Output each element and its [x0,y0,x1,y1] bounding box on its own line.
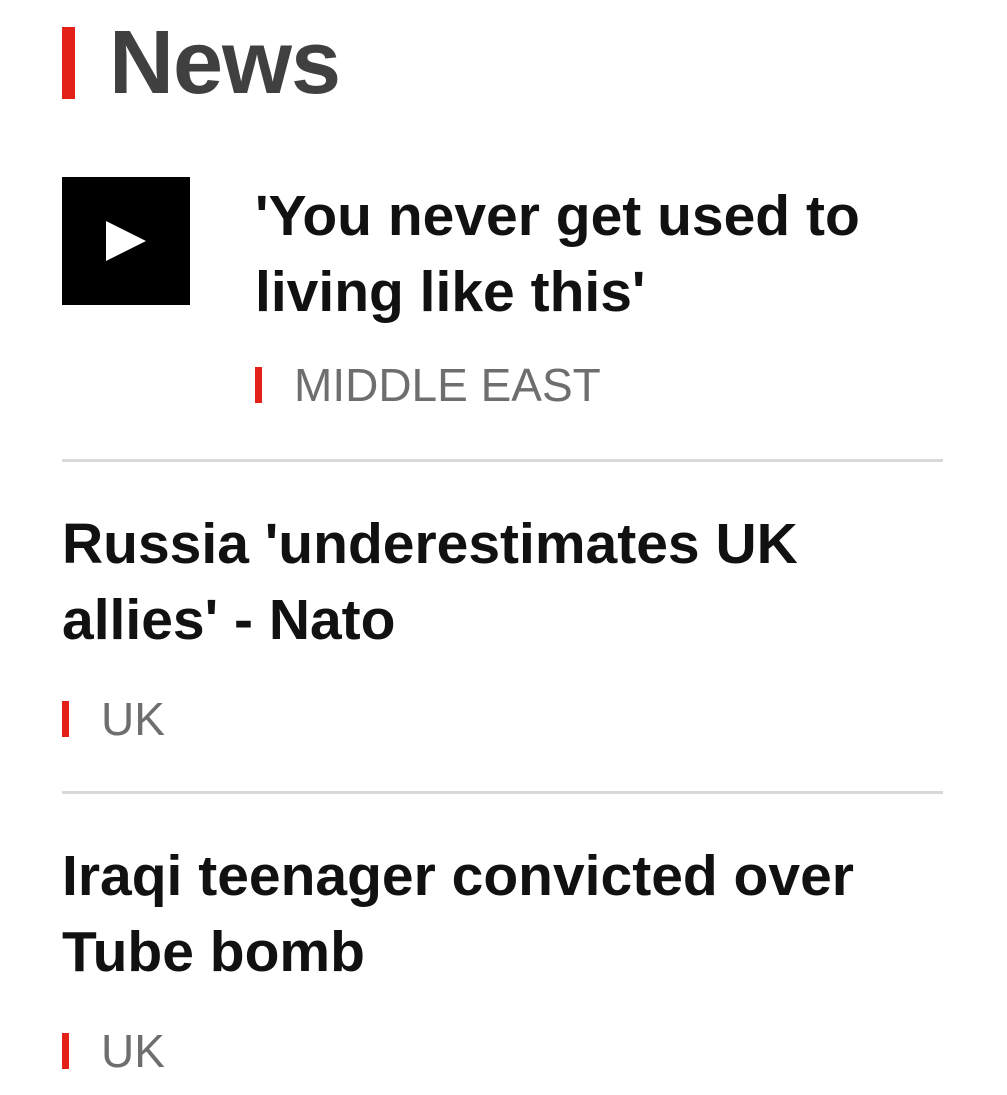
story-tag[interactable]: MIDDLE EAST [255,361,601,409]
story-tag[interactable]: UK [62,1027,165,1075]
section-header: News [62,13,341,113]
story-headline[interactable]: Russia 'underestimates UK allies' - Nato [62,506,932,658]
story-headline[interactable]: 'You never get used to living like this' [255,178,955,330]
story-item[interactable]: Russia 'underestimates UK allies' - Nato… [62,462,943,794]
section-title: News [109,13,341,113]
play-icon [106,221,146,261]
section-accent-bar [62,27,75,99]
story-tag[interactable]: UK [62,695,165,743]
tag-accent-bar [255,367,262,403]
story-headline[interactable]: Iraqi teenager convicted over Tube bomb [62,838,932,990]
story-item[interactable]: 'You never get used to living like this'… [62,176,943,462]
story-tag-label[interactable]: MIDDLE EAST [294,362,601,408]
story-tag-label[interactable]: UK [101,1028,165,1074]
tag-accent-bar [62,701,69,737]
story-item[interactable]: Iraqi teenager convicted over Tube bomb … [62,794,943,1095]
video-play-button[interactable] [62,177,190,305]
tag-accent-bar [62,1033,69,1069]
story-tag-label[interactable]: UK [101,696,165,742]
